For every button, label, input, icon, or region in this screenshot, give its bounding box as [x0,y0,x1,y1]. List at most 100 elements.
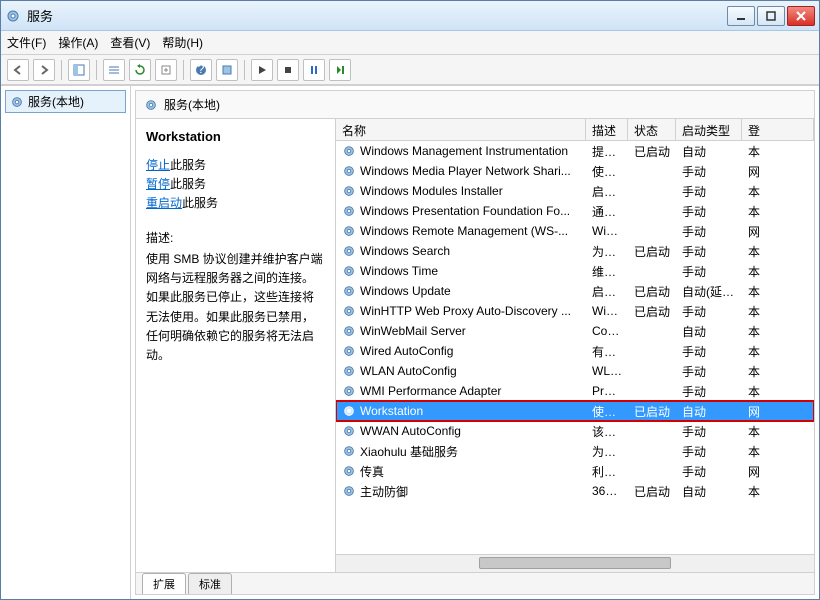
cell-logon: 本 [742,263,814,280]
window-buttons [727,6,815,26]
cell-desc: 启用... [586,183,628,200]
service-row[interactable]: Workstation使用 ...已启动自动网 [336,401,814,421]
cell-logon: 本 [742,183,814,200]
gear-icon [342,164,356,178]
service-row[interactable]: 主动防御360...已启动自动本 [336,481,814,501]
maximize-button[interactable] [757,6,785,26]
service-row[interactable]: WinWebMail ServerCop...自动本 [336,321,814,341]
gear-icon [342,284,356,298]
forward-button[interactable] [33,59,55,81]
cell-status: 已启动 [628,303,676,320]
export-button[interactable] [155,59,177,81]
cell-logon: 本 [742,443,814,460]
tab-standard[interactable]: 标准 [188,573,232,594]
horizontal-scrollbar[interactable] [336,554,814,572]
gear-icon [342,364,356,378]
show-hide-button[interactable] [68,59,90,81]
stop-link[interactable]: 停止 [146,158,170,172]
cell-start: 自动 [676,143,742,160]
menubar: 文件(F) 操作(A) 查看(V) 帮助(H) [1,31,819,55]
cell-start: 手动 [676,163,742,180]
service-row[interactable]: Windows Management Instrumentation提供...已… [336,141,814,161]
restart-link[interactable]: 重启动 [146,196,182,210]
cell-name: Windows Presentation Foundation Fo... [336,204,586,218]
cell-name: 传真 [336,463,586,480]
back-button[interactable] [7,59,29,81]
service-row[interactable]: Windows Search为文...已启动手动本 [336,241,814,261]
close-button[interactable] [787,6,815,26]
cell-desc: 该服... [586,423,628,440]
gear-icon [342,204,356,218]
cell-start: 自动 [676,483,742,500]
gear-icon [342,264,356,278]
window-title: 服务 [27,6,727,25]
help-button[interactable]: ? [190,59,212,81]
cell-logon: 网 [742,463,814,480]
menu-view[interactable]: 查看(V) [110,34,150,51]
cell-logon: 本 [742,323,814,340]
service-row[interactable]: Windows Time维护...手动本 [336,261,814,281]
service-row[interactable]: WWAN AutoConfig该服...手动本 [336,421,814,441]
properties-button[interactable] [216,59,238,81]
cell-start: 自动(延迟... [676,283,742,300]
service-row[interactable]: WMI Performance AdapterProv...手动本 [336,381,814,401]
menu-help[interactable]: 帮助(H) [162,34,203,51]
tab-extended[interactable]: 扩展 [142,573,186,594]
pause-link[interactable]: 暂停 [146,177,170,191]
cell-desc: 有线... [586,343,628,360]
service-row[interactable]: Windows Update启用...已启动自动(延迟...本 [336,281,814,301]
service-row[interactable]: WinHTTP Web Proxy Auto-Discovery ...Win.… [336,301,814,321]
gear-icon [342,384,356,398]
cell-name: WMI Performance Adapter [336,384,586,398]
service-row[interactable]: Windows Media Player Network Shari...使用.… [336,161,814,181]
cell-status: 已启动 [628,403,676,420]
start-service-button[interactable] [251,59,273,81]
cell-start: 自动 [676,403,742,420]
cell-start: 手动 [676,363,742,380]
col-status[interactable]: 状态 [628,119,676,140]
service-row[interactable]: Windows Remote Management (WS-...Win...手… [336,221,814,241]
gear-icon [144,98,158,112]
cell-name: Wired AutoConfig [336,344,586,358]
tree-root[interactable]: 服务(本地) [5,90,126,113]
service-row[interactable]: Windows Modules Installer启用...手动本 [336,181,814,201]
list-button[interactable] [103,59,125,81]
service-row[interactable]: WLAN AutoConfigWLA...手动本 [336,361,814,381]
service-row[interactable]: 传真利用...手动网 [336,461,814,481]
scrollbar-thumb[interactable] [479,557,670,569]
menu-action[interactable]: 操作(A) [58,34,98,51]
service-description: 使用 SMB 协议创建并维护客户端网络与远程服务器之间的连接。如果此服务已停止，… [146,250,325,365]
stop-service-button[interactable] [277,59,299,81]
cell-logon: 网 [742,163,814,180]
service-row[interactable]: Windows Presentation Foundation Fo...通过.… [336,201,814,221]
tree-root-label: 服务(本地) [28,93,84,110]
cell-logon: 本 [742,363,814,380]
refresh-button[interactable] [129,59,151,81]
pause-service-button[interactable] [303,59,325,81]
cell-desc: 360... [586,484,628,498]
cell-start: 手动 [676,383,742,400]
cell-status: 已启动 [628,243,676,260]
cell-desc: 使用... [586,163,628,180]
col-name[interactable]: 名称 [336,119,586,140]
cell-desc: WLA... [586,364,628,378]
menu-file[interactable]: 文件(F) [7,34,46,51]
service-row[interactable]: Wired AutoConfig有线...手动本 [336,341,814,361]
col-start[interactable]: 启动类型 [676,119,742,140]
col-desc[interactable]: 描述 [586,119,628,140]
minimize-button[interactable] [727,6,755,26]
cell-name: 主动防御 [336,483,586,500]
cell-desc: Win... [586,304,628,318]
toolbar: ? [1,55,819,85]
stop-suffix: 此服务 [170,158,206,172]
cell-start: 手动 [676,263,742,280]
service-row[interactable]: Xiaohulu 基础服务为小...手动本 [336,441,814,461]
restart-service-button[interactable] [329,59,351,81]
cell-name: Windows Time [336,264,586,278]
cell-start: 手动 [676,463,742,480]
separator [61,60,62,80]
cell-logon: 本 [742,423,814,440]
col-logon[interactable]: 登 [742,119,814,140]
main-header: 服务(本地) [136,91,814,119]
cell-start: 手动 [676,423,742,440]
